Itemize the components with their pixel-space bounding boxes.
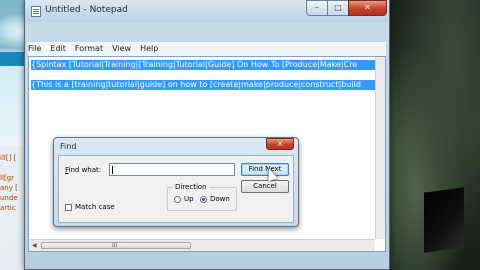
find-dialog-body: Find what: Find Next Cancel Up Down Dire… <box>58 155 294 223</box>
cancel-button[interactable]: Cancel <box>241 180 289 193</box>
menu-file[interactable]: File <box>28 44 41 55</box>
find-what-input[interactable] <box>109 163 235 176</box>
find-what-label: Find what: <box>65 166 102 174</box>
menu-format[interactable]: Format <box>75 44 103 55</box>
notepad-app-icon <box>31 6 41 17</box>
scroll-grip-icon: III <box>112 242 118 249</box>
notepad-titlebar[interactable]: Untitled - Notepad – □ ✕ <box>25 0 389 22</box>
notepad-window[interactable]: Untitled - Notepad – □ ✕ File Edit Forma… <box>24 0 390 270</box>
background-text-line: any [ <box>0 184 18 192</box>
menu-edit[interactable]: Edit <box>50 44 66 55</box>
menu-items: File Edit Format View Help <box>28 44 158 55</box>
menu-view[interactable]: View <box>112 44 131 55</box>
scroll-left-arrow-icon[interactable]: ◀ <box>32 242 37 249</box>
find-close-button[interactable]: ✕ <box>266 138 294 150</box>
find-dialog-title: Find <box>60 142 77 151</box>
background-text-line: artic <box>0 204 16 212</box>
minimize-button[interactable]: – <box>306 0 328 16</box>
direction-up-radio[interactable] <box>174 196 181 203</box>
vertical-scrollbar[interactable] <box>375 57 385 239</box>
text-caret <box>112 166 113 174</box>
background-text-line: unde <box>0 194 18 202</box>
background-text-line: ill[] [ <box>0 154 17 162</box>
background-dark-tile <box>424 187 464 253</box>
match-case-label[interactable]: Match case <box>75 203 115 211</box>
direction-down-label[interactable]: Down <box>210 195 230 203</box>
direction-down-radio[interactable] <box>200 196 207 203</box>
horizontal-scroll-thumb[interactable]: III <box>41 242 191 249</box>
match-case-checkbox[interactable] <box>65 204 72 211</box>
background-text-line: ll[gr <box>0 174 14 182</box>
maximize-button[interactable]: □ <box>327 0 349 16</box>
menu-help[interactable]: Help <box>140 44 158 55</box>
find-dialog[interactable]: Find ✕ Find what: Find Next Cancel Up Do… <box>53 137 299 227</box>
selected-text-line[interactable]: {Spintax [Tutorial|Training|[Training|Tu… <box>31 60 377 70</box>
notepad-title: Untitled - Notepad <box>45 5 128 15</box>
background-desktop-right <box>388 0 480 270</box>
close-button[interactable]: ✕ <box>348 0 387 16</box>
direction-label: Direction <box>173 183 209 191</box>
horizontal-scrollbar[interactable]: ◀ III <box>29 239 375 251</box>
direction-up-label[interactable]: Up <box>184 195 194 203</box>
selected-text-line[interactable]: {This is a [training|tutorial|guide] on … <box>31 80 377 90</box>
